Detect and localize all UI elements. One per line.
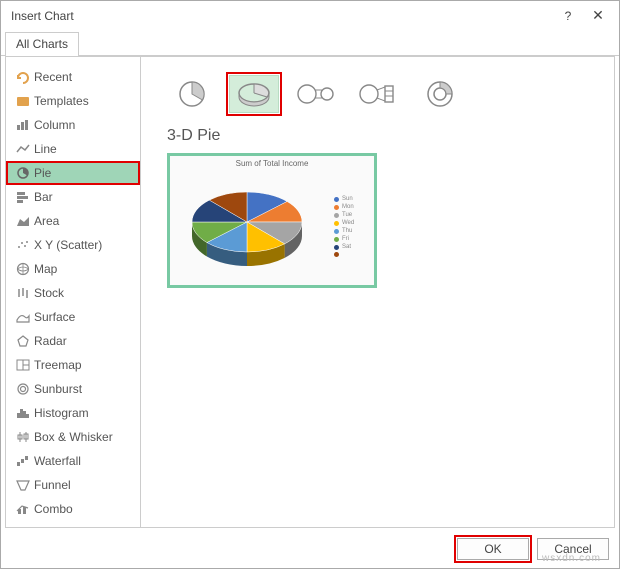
sidebar-label: Waterfall xyxy=(34,454,81,468)
sidebar-item-radar[interactable]: Radar xyxy=(6,329,140,353)
tabbar: All Charts xyxy=(1,32,619,56)
sidebar-item-bar[interactable]: Bar xyxy=(6,185,140,209)
close-button[interactable]: ✕ xyxy=(583,7,613,24)
subtype-doughnut[interactable] xyxy=(415,75,465,113)
button-bar: OK Cancel xyxy=(1,532,619,568)
sidebar-label: Histogram xyxy=(34,406,89,420)
preview-legend: Sun Mon Tue Wed Thu Fri Sat xyxy=(334,196,374,257)
stock-icon xyxy=(12,286,34,300)
subtype-3d-pie[interactable] xyxy=(229,75,279,113)
sidebar-item-scatter[interactable]: X Y (Scatter) xyxy=(6,233,140,257)
sidebar-item-pie[interactable]: Pie xyxy=(6,161,140,185)
content-area: Recent Templates Column Line Pie Bar Are… xyxy=(5,56,615,528)
sidebar-item-histogram[interactable]: Histogram xyxy=(6,401,140,425)
templates-icon xyxy=(12,94,34,108)
sidebar-item-combo[interactable]: Combo xyxy=(6,497,140,521)
sidebar: Recent Templates Column Line Pie Bar Are… xyxy=(6,57,141,527)
sidebar-label: Templates xyxy=(34,94,89,108)
sidebar-label: Treemap xyxy=(34,358,82,372)
sidebar-label: Sunburst xyxy=(34,382,82,396)
subtype-2d-pie[interactable] xyxy=(167,75,217,113)
sidebar-label: Line xyxy=(34,142,57,156)
area-icon xyxy=(12,214,34,228)
sidebar-label: Box & Whisker xyxy=(34,430,113,444)
sidebar-label: Stock xyxy=(34,286,64,300)
sidebar-label: Area xyxy=(34,214,59,228)
sidebar-item-line[interactable]: Line xyxy=(6,137,140,161)
pie-icon xyxy=(12,166,34,180)
sidebar-label: Recent xyxy=(34,70,72,84)
sidebar-item-area[interactable]: Area xyxy=(6,209,140,233)
subtype-title: 3-D Pie xyxy=(167,127,598,145)
bar-icon xyxy=(12,190,34,204)
sidebar-label: Surface xyxy=(34,310,75,324)
sidebar-label: X Y (Scatter) xyxy=(34,238,102,252)
help-button[interactable]: ? xyxy=(553,9,583,23)
sidebar-item-treemap[interactable]: Treemap xyxy=(6,353,140,377)
sidebar-item-box-whisker[interactable]: Box & Whisker xyxy=(6,425,140,449)
titlebar: Insert Chart ? ✕ xyxy=(1,1,619,32)
line-icon xyxy=(12,142,34,156)
sidebar-item-sunburst[interactable]: Sunburst xyxy=(6,377,140,401)
sidebar-label: Column xyxy=(34,118,75,132)
tab-all-charts[interactable]: All Charts xyxy=(5,32,79,56)
box-whisker-icon xyxy=(12,430,34,444)
sidebar-item-templates[interactable]: Templates xyxy=(6,89,140,113)
recent-icon xyxy=(12,70,34,84)
main-pane: 3-D Pie Sum of Total Income Sun Mon Tue Wed… xyxy=(141,57,614,527)
sidebar-label: Radar xyxy=(34,334,67,348)
map-icon xyxy=(12,262,34,276)
sidebar-label: Funnel xyxy=(34,478,71,492)
legend-item: Thu xyxy=(334,228,370,234)
ok-button[interactable]: OK xyxy=(457,538,529,560)
radar-icon xyxy=(12,334,34,348)
sunburst-icon xyxy=(12,382,34,396)
window-title: Insert Chart xyxy=(11,9,553,23)
legend-item: Tue xyxy=(334,212,370,218)
combo-icon xyxy=(12,502,34,516)
sidebar-label: Map xyxy=(34,262,57,276)
scatter-icon xyxy=(12,238,34,252)
legend-item: Wed xyxy=(334,220,370,226)
sidebar-label: Bar xyxy=(34,190,53,204)
sidebar-label: Combo xyxy=(34,502,73,516)
sidebar-item-stock[interactable]: Stock xyxy=(6,281,140,305)
cancel-button[interactable]: Cancel xyxy=(537,538,609,560)
sidebar-item-surface[interactable]: Surface xyxy=(6,305,140,329)
sidebar-label: Pie xyxy=(34,166,51,180)
subtype-row xyxy=(167,75,598,113)
column-icon xyxy=(12,118,34,132)
treemap-icon xyxy=(12,358,34,372)
sidebar-item-funnel[interactable]: Funnel xyxy=(6,473,140,497)
legend-item: Sat xyxy=(334,244,370,250)
chart-preview[interactable]: Sum of Total Income Sun Mon Tue Wed Thu Fri Sa… xyxy=(167,153,377,288)
sidebar-item-map[interactable]: Map xyxy=(6,257,140,281)
legend-item: Fri xyxy=(334,236,370,242)
preview-chart xyxy=(170,177,334,277)
surface-icon xyxy=(12,310,34,324)
subtype-pie-of-pie[interactable] xyxy=(291,75,341,113)
sidebar-item-waterfall[interactable]: Waterfall xyxy=(6,449,140,473)
legend-item xyxy=(334,252,370,257)
preview-body: Sun Mon Tue Wed Thu Fri Sat xyxy=(170,168,374,285)
legend-item: Sun xyxy=(334,196,370,202)
funnel-icon xyxy=(12,478,34,492)
waterfall-icon xyxy=(12,454,34,468)
subtype-bar-of-pie[interactable] xyxy=(353,75,403,113)
legend-item: Mon xyxy=(334,204,370,210)
sidebar-item-column[interactable]: Column xyxy=(6,113,140,137)
preview-title: Sum of Total Income xyxy=(236,156,309,168)
sidebar-item-recent[interactable]: Recent xyxy=(6,65,140,89)
histogram-icon xyxy=(12,406,34,420)
